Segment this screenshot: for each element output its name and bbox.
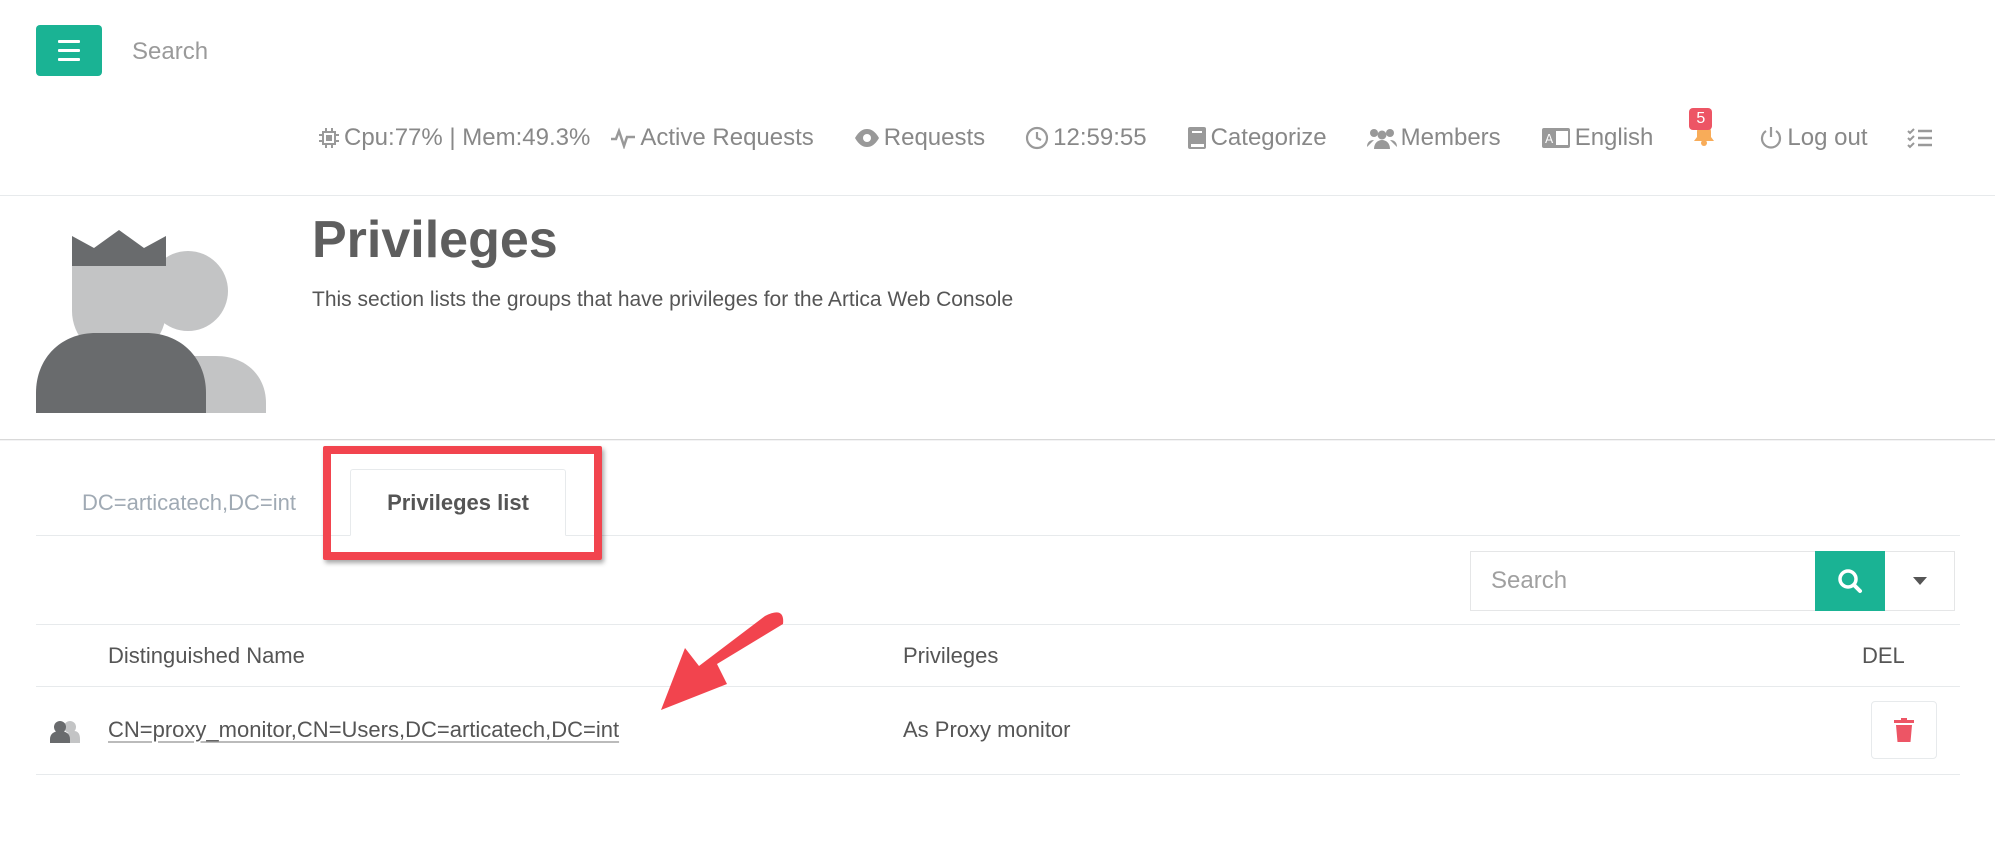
group-icon [50,721,80,743]
privileges-value: As Proxy monitor [903,717,1071,742]
svg-text:A: A [1545,132,1554,146]
cpu-mem-status: Cpu:77% | Mem:49.3% [318,124,590,152]
language-icon: A [1541,127,1570,148]
table-search-input[interactable] [1470,551,1815,611]
nav-members[interactable]: Members [1366,123,1501,152]
nav-row: Cpu:77% | Mem:49.3% Active Requests Requ… [318,108,1937,153]
tab-domain[interactable]: DC=articatech,DC=int [82,469,296,536]
col-distinguished-name: Distinguished Name [108,643,305,668]
table-search-group [1470,551,1955,611]
search-icon [1838,569,1862,593]
requests-label: Requests [883,123,986,151]
logout-button[interactable]: Log out [1759,124,1867,152]
active-requests-label: Active Requests [640,123,814,151]
highlight-annotation-box [323,446,602,560]
distinguished-name-link[interactable]: CN=proxy_monitor,CN=Users,DC=articatech,… [108,717,619,743]
search-options-dropdown[interactable] [1885,551,1955,611]
pulse-icon [611,126,636,149]
members-label: Members [1400,123,1501,151]
privileges-users-icon [36,230,266,413]
nav-active-requests[interactable]: Active Requests [610,123,814,152]
search-button[interactable] [1815,551,1885,611]
table-header: Distinguished Name Privileges DEL [36,624,1960,687]
clock-icon [1026,126,1049,149]
tasks-icon [1907,127,1933,148]
clock-text: 12:59:55 [1053,123,1147,151]
caret-down-icon [1912,577,1927,585]
hamburger-menu-button[interactable] [36,25,102,76]
eye-icon [854,128,879,147]
col-privileges: Privileges [903,643,999,668]
delete-button[interactable] [1871,701,1937,759]
top-search-input[interactable] [132,38,432,66]
nav-clock: 12:59:55 [1025,123,1147,152]
page-header-panel: Privileges This section lists the groups… [0,195,1995,440]
task-list-button[interactable] [1907,127,1937,149]
logout-label: Log out [1787,123,1868,151]
menu-icon [58,37,80,64]
users-icon [1366,128,1397,149]
page-title: Privileges [312,211,558,269]
nav-language[interactable]: A English [1541,123,1654,152]
table-row: CN=proxy_monitor,CN=Users,DC=articatech,… [36,687,1960,775]
categorize-label: Categorize [1210,123,1327,151]
nav-requests[interactable]: Requests [854,124,985,152]
cpu-mem-text: Cpu:77% | Mem:49.3% [344,123,591,151]
notifications-button[interactable]: 5 [1689,108,1715,153]
notification-badge: 5 [1689,108,1713,130]
language-label: English [1574,123,1654,151]
top-navbar: Cpu:77% | Mem:49.3% Active Requests Requ… [0,0,1995,195]
arrow-annotation-icon [661,612,784,710]
cpu-icon [319,127,339,148]
trash-icon [1894,718,1914,742]
main-content: DC=articatech,DC=int Privileges list Dis… [0,441,1995,863]
book-icon [1187,126,1206,149]
page-description: This section lists the groups that have … [312,288,1014,311]
nav-categorize[interactable]: Categorize [1187,124,1327,152]
col-del: DEL [1862,643,1905,668]
power-icon [1761,126,1782,149]
